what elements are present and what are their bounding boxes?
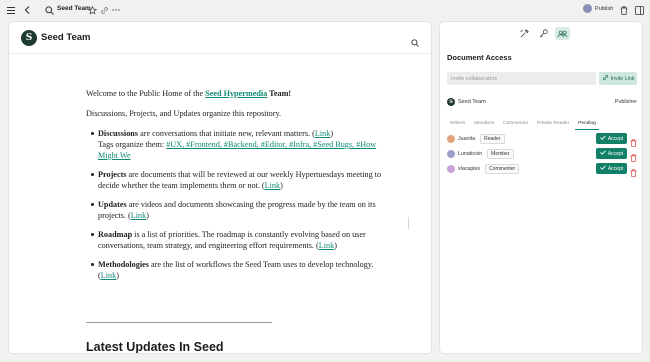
list-item-roadmap: Roadmap is a list of priorities. The roa… [91, 229, 386, 251]
accept-button[interactable]: Accept [596, 133, 627, 144]
pending-member-row: Juanita Reader Accept [447, 133, 637, 147]
tab-members[interactable]: Members [471, 119, 497, 130]
access-panel: Document Access Invite Link S Seed Team … [439, 21, 643, 354]
link-icon [602, 74, 609, 83]
back-icon[interactable] [22, 4, 32, 16]
seed-hypermedia-link[interactable]: Seed Hypermedia [205, 89, 267, 98]
intro-paragraph: Welcome to the Public Home of the Seed H… [86, 88, 386, 99]
member-avatar [447, 149, 455, 158]
tab-tools[interactable] [517, 27, 532, 40]
document-body[interactable]: Welcome to the Public Home of the Seed H… [86, 88, 386, 289]
invite-link-button[interactable]: Invite Link [599, 72, 637, 85]
trash-icon[interactable] [619, 4, 629, 16]
section-heading: Latest Updates In Seed [86, 340, 224, 354]
paren: ) [334, 241, 337, 250]
member-name: xlacaples [458, 165, 481, 172]
logo-letter: S [25, 33, 33, 43]
top-bar: Seed Team Publish [0, 0, 650, 20]
item-text: are documents that will be reviewed at o… [98, 170, 382, 190]
intro-suffix: Team! [267, 89, 292, 98]
member-role-badge[interactable]: Commenter [485, 163, 520, 174]
member-role-badge[interactable]: Reader [480, 133, 505, 144]
owner-avatar: S [447, 97, 455, 106]
panel-tabs [517, 27, 570, 40]
subtitle-paragraph: Discussions, Projects, and Updates organ… [86, 109, 282, 118]
invite-collaborators-input[interactable] [447, 72, 596, 85]
term: Updates [98, 200, 127, 209]
intro-text: Welcome to the Public Home of the [86, 89, 206, 98]
check-icon [600, 135, 606, 142]
member-role-badge[interactable]: Member [487, 148, 514, 159]
projects-link[interactable]: Link [265, 181, 280, 190]
tags-prefix: Tags organize them: [98, 140, 167, 149]
tab-pending[interactable]: Pending [575, 119, 599, 130]
site-header: S Seed Team [9, 22, 431, 54]
member-name: Juanita [458, 135, 476, 142]
panel-title: Document Access [447, 53, 512, 62]
list-item-projects: Projects are documents that will be revi… [91, 169, 386, 191]
accept-label: Accept [607, 150, 624, 157]
paren: ) [116, 271, 119, 280]
panel-toggle-icon[interactable] [634, 4, 644, 16]
tab-private-reader[interactable]: Private Reader [534, 119, 572, 130]
list-item-updates: Updates are videos and documents showcas… [91, 199, 386, 221]
member-avatar [447, 164, 455, 173]
owner-role: Publisher [614, 98, 637, 105]
more-icon[interactable] [111, 4, 121, 16]
invite-link-label: Invite Link [610, 75, 635, 82]
tab-commentor[interactable]: Commentor [500, 119, 531, 130]
search-icon[interactable] [44, 4, 54, 16]
publish-button[interactable]: Publish [583, 4, 613, 13]
menu-icon[interactable] [6, 4, 16, 16]
member-name: Lunaticoin [458, 150, 483, 157]
site-logo[interactable]: S [21, 30, 37, 46]
section-list: Discussions are conversations that initi… [91, 128, 386, 281]
methodologies-link[interactable]: Link [101, 271, 116, 280]
scroll-indicator [408, 217, 409, 229]
publish-label: Publish [595, 5, 614, 12]
term: Roadmap [98, 230, 133, 239]
tab-access-key[interactable] [536, 27, 551, 40]
member-avatar [447, 134, 455, 143]
link-icon[interactable] [99, 4, 109, 16]
document-panel: S Seed Team Welcome to the Public Home o… [8, 21, 432, 354]
owner-row: S Seed Team Publisher [447, 97, 637, 106]
divider [86, 322, 272, 323]
accept-button[interactable]: Accept [596, 163, 627, 174]
paren: ) [280, 181, 283, 190]
user-avatar [583, 4, 592, 13]
term: Methodologies [98, 260, 149, 269]
list-item-methodologies: Methodologies are the list of workflows … [91, 259, 386, 281]
updates-link[interactable]: Link [131, 211, 146, 220]
document-title[interactable]: Seed Team [57, 5, 91, 12]
check-icon [600, 165, 606, 172]
site-search-icon[interactable] [411, 34, 419, 52]
permission-tabs: Writers Members Commentor Private Reader… [447, 119, 602, 130]
tab-collaborators[interactable] [555, 27, 570, 40]
tab-writers[interactable]: Writers [447, 119, 468, 130]
star-icon[interactable] [87, 4, 97, 16]
accept-button[interactable]: Accept [596, 148, 627, 159]
pending-member-row: Lunaticoin Member Accept [447, 148, 637, 162]
paren: ) [330, 129, 334, 138]
paren: ) [146, 211, 149, 220]
roadmap-link[interactable]: Link [319, 241, 334, 250]
site-title[interactable]: Seed Team [41, 32, 90, 43]
owner-name: Seed Team [458, 98, 486, 105]
pending-member-row: xlacaples Commenter Accept [447, 163, 637, 177]
reject-trash-icon[interactable] [630, 164, 637, 182]
owner-logo-letter: S [449, 98, 453, 105]
term: Projects [98, 170, 127, 179]
list-item-discussions: Discussions are conversations that initi… [91, 128, 386, 161]
accept-label: Accept [607, 135, 624, 142]
term: Discussions [98, 129, 139, 138]
discussions-link[interactable]: Link [315, 129, 330, 138]
item-text: are conversations that initiate new, rel… [138, 129, 315, 138]
check-icon [600, 150, 606, 157]
accept-label: Accept [607, 165, 624, 172]
